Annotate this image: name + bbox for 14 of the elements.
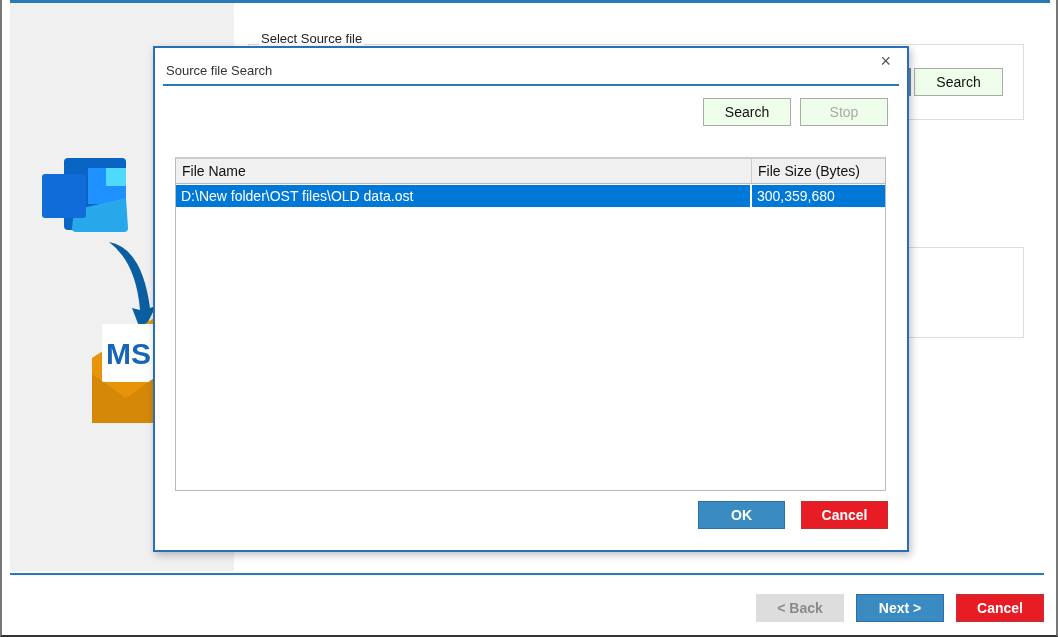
cancel-button[interactable]: Cancel	[801, 501, 888, 529]
dialog-title: Source file Search	[165, 63, 273, 78]
column-header[interactable]: File Name	[176, 159, 752, 183]
group-label: Select Source file	[259, 31, 365, 46]
cancel-button[interactable]: Cancel	[956, 594, 1044, 622]
file-row[interactable]: D:\New folder\OST files\OLD data.ost 300,359,680	[176, 185, 885, 207]
table-cell: D:\New folder\OST files\OLD data.ost	[176, 185, 752, 207]
column-header[interactable]: File Size (Bytes)	[752, 159, 885, 183]
table-cell-text: 300,359,680	[756, 187, 836, 206]
close-button[interactable]: ×	[878, 52, 893, 70]
toolbar-button[interactable]: Search	[703, 98, 791, 126]
next-button[interactable]: Next >	[856, 594, 944, 622]
ok-button[interactable]: OK	[698, 501, 785, 529]
search-button[interactable]: Search	[914, 68, 1003, 96]
